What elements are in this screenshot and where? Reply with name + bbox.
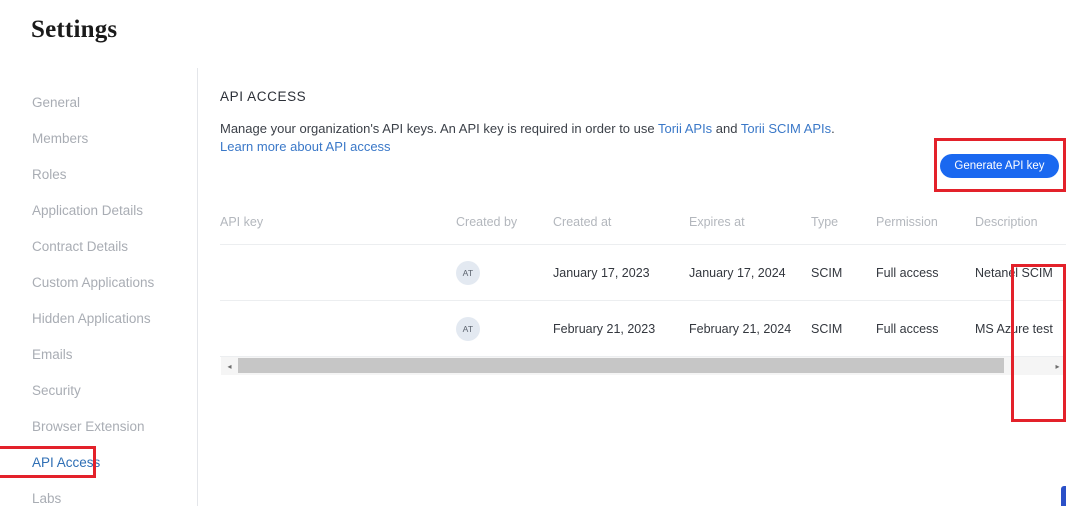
- cell-expires-at: February 21, 2024: [689, 301, 811, 357]
- column-header-permission[interactable]: Permission: [876, 199, 975, 245]
- api-keys-table-body: AT January 17, 2023January 17, 2024SCIMFu…: [220, 245, 1066, 357]
- sidebar-item-application-details[interactable]: Application Details: [0, 193, 198, 229]
- description-text-part1: Manage your organization's API keys. An …: [220, 121, 658, 136]
- torii-apis-link[interactable]: Torii APIs: [658, 121, 712, 136]
- scrollbar-thumb[interactable]: [238, 358, 1004, 373]
- column-header-created-at[interactable]: Created at: [553, 199, 689, 245]
- sidebar-item-roles[interactable]: Roles: [0, 157, 198, 193]
- cell-expires-at: January 17, 2024: [689, 245, 811, 301]
- description-text-part2: and: [712, 121, 741, 136]
- cell-api-key: [220, 245, 456, 301]
- sidebar-item-contract-details[interactable]: Contract Details: [0, 229, 198, 265]
- column-header-type[interactable]: Type: [811, 199, 876, 245]
- torii-scim-apis-link[interactable]: Torii SCIM APIs: [741, 121, 831, 136]
- api-keys-table: API key Created by Created at Expires at…: [220, 199, 1066, 357]
- cell-created-by: AT: [456, 301, 553, 357]
- sidebar-item-list: GeneralMembersRolesApplication DetailsCo…: [0, 85, 198, 517]
- learn-more-api-access-link[interactable]: Learn more about API access: [220, 139, 391, 154]
- cell-api-key: [220, 301, 456, 357]
- cell-type: SCIM: [811, 245, 876, 301]
- sidebar-item-emails[interactable]: Emails: [0, 337, 198, 373]
- column-header-description[interactable]: Description: [975, 199, 1066, 245]
- table-horizontal-scrollbar[interactable]: ◂ ▸: [221, 356, 1066, 375]
- avatar: AT: [456, 317, 480, 341]
- cell-permission: Full access: [876, 301, 975, 357]
- table-row[interactable]: AT February 21, 2023February 21, 2024SCIM…: [220, 301, 1066, 357]
- page-section-title: API ACCESS: [220, 89, 306, 104]
- sidebar-item-security[interactable]: Security: [0, 373, 198, 409]
- column-header-api-key[interactable]: API key: [220, 199, 456, 245]
- table-header-row: API key Created by Created at Expires at…: [220, 199, 1066, 245]
- avatar: AT: [456, 261, 480, 285]
- sidebar-item-labs[interactable]: Labs: [0, 481, 198, 517]
- scrollbar-track[interactable]: [238, 357, 1049, 375]
- cell-type: SCIM: [811, 301, 876, 357]
- description-text-part3: .: [831, 121, 835, 136]
- scroll-left-arrow-icon[interactable]: ◂: [221, 357, 238, 375]
- table-row[interactable]: AT January 17, 2023January 17, 2024SCIMFu…: [220, 245, 1066, 301]
- support-chat-widget[interactable]: [1061, 486, 1066, 506]
- cell-created-at: January 17, 2023: [553, 245, 689, 301]
- column-header-created-by[interactable]: Created by: [456, 199, 553, 245]
- api-access-description: Manage your organization's API keys. An …: [220, 120, 1050, 156]
- sidebar-item-members[interactable]: Members: [0, 121, 198, 157]
- main-content: API ACCESS Manage your organization's AP…: [199, 68, 1066, 506]
- api-keys-table-wrapper: API key Created by Created at Expires at…: [220, 199, 1066, 357]
- cell-created-at: February 21, 2023: [553, 301, 689, 357]
- cell-description: Netanel SCIM: [975, 245, 1066, 301]
- sidebar-item-hidden-applications[interactable]: Hidden Applications: [0, 301, 198, 337]
- scroll-right-arrow-icon[interactable]: ▸: [1049, 357, 1066, 375]
- sidebar-item-api-access[interactable]: API Access: [0, 445, 198, 481]
- page-title: Settings: [31, 16, 117, 44]
- generate-api-key-button[interactable]: Generate API key: [940, 154, 1059, 178]
- sidebar-item-browser-extension[interactable]: Browser Extension: [0, 409, 198, 445]
- settings-sidebar: GeneralMembersRolesApplication DetailsCo…: [0, 68, 198, 506]
- column-header-expires-at[interactable]: Expires at: [689, 199, 811, 245]
- cell-created-by: AT: [456, 245, 553, 301]
- sidebar-item-custom-applications[interactable]: Custom Applications: [0, 265, 198, 301]
- sidebar-item-general[interactable]: General: [0, 85, 198, 121]
- cell-description: MS Azure test: [975, 301, 1066, 357]
- cell-permission: Full access: [876, 245, 975, 301]
- api-keys-table-head: API key Created by Created at Expires at…: [220, 199, 1066, 245]
